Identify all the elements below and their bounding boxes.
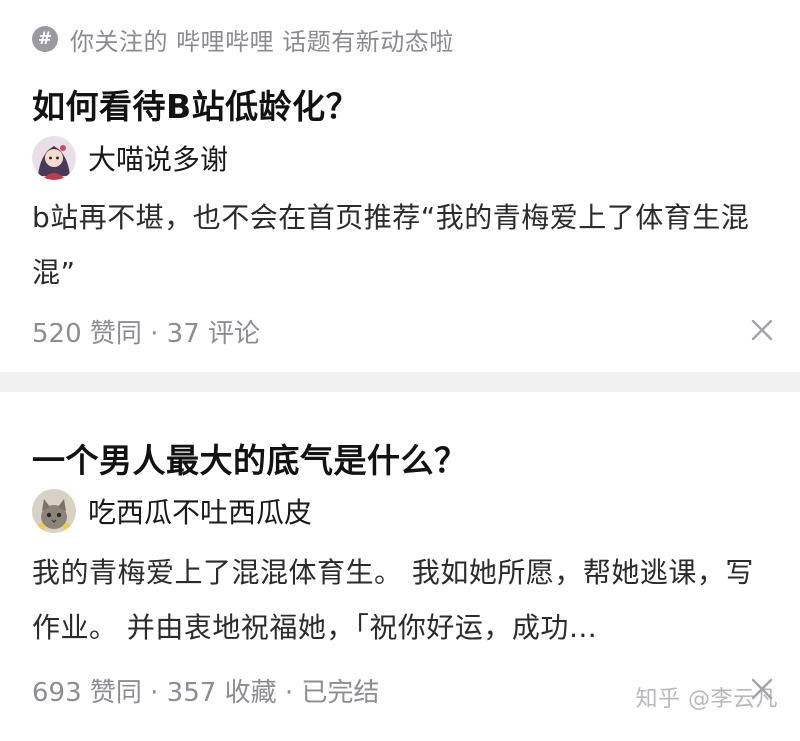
close-icon[interactable]	[748, 675, 776, 703]
topic-notice[interactable]: # 你关注的 哔哩哔哩 话题有新动态啦	[32, 22, 454, 56]
author-row[interactable]: 吃西瓜不吐西瓜皮	[32, 486, 312, 536]
avatar-anime-girl-icon	[32, 136, 76, 180]
card-divider	[0, 372, 800, 392]
card-meta: 693 赞同 · 357 收藏 · 已完结	[32, 678, 380, 708]
avatar[interactable]	[32, 489, 76, 533]
author-row[interactable]: 大喵说多谢	[32, 133, 228, 183]
question-title[interactable]: 如何看待B站低龄化？	[32, 80, 359, 128]
feed-page: # 你关注的 哔哩哔哩 话题有新动态啦 如何看待B站低龄化？ 大喵说多谢 b站再…	[0, 0, 800, 741]
close-icon[interactable]	[748, 316, 776, 344]
feed-card[interactable]: 一个男人最大的底气是什么？ 吃西瓜不吐西瓜皮 我的青梅爱上了混混体育生。 我如她…	[0, 392, 800, 741]
author-name[interactable]: 吃西瓜不吐西瓜皮	[88, 491, 312, 531]
author-name[interactable]: 大喵说多谢	[88, 138, 228, 178]
card-meta: 520 赞同 · 37 评论	[32, 319, 261, 349]
answer-excerpt[interactable]: b站再不堪，也不会在首页推荐“我的青梅爱上了体育生混混”	[32, 190, 767, 300]
hash-icon: #	[32, 26, 58, 52]
question-title[interactable]: 一个男人最大的底气是什么？	[32, 434, 468, 482]
answer-excerpt[interactable]: 我的青梅爱上了混混体育生。 我如她所愿，帮她逃课，写作业。 并由衷地祝福她，「祝…	[32, 545, 767, 655]
avatar[interactable]	[32, 136, 76, 180]
avatar-cat-icon	[32, 489, 76, 533]
feed-card[interactable]: # 你关注的 哔哩哔哩 话题有新动态啦 如何看待B站低龄化？ 大喵说多谢 b站再…	[0, 0, 800, 372]
topic-notice-text: 你关注的 哔哩哔哩 话题有新动态啦	[70, 27, 454, 56]
